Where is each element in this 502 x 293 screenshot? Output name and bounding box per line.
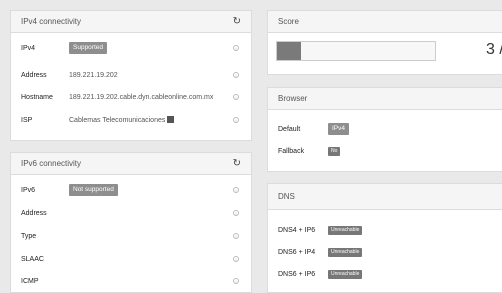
status-badge: Supported [69,41,107,55]
status-badge: Unreachable [328,247,363,257]
default-row: Default IPv4 i [268,122,502,136]
hostname-value: 189.221.19.202.cable.dyn.cableonline.com… [69,93,214,101]
info-icon[interactable]: i [233,117,239,123]
status-badge: Not supported [69,183,118,197]
ipv4-panel: IPv4 connectivity ↻ IPv4 Supported i Add… [10,10,252,141]
row-label: DNS4 + IP6 [278,226,316,234]
row-label: Default [278,125,301,133]
isp-row: ISP Cablemas Telecomunicaciones i [11,113,251,127]
refresh-icon[interactable]: ↻ [233,16,241,27]
ipv6-address-row: Address i [11,206,251,220]
dns-row: DNS6 + IP6 Unreachable i [268,267,502,281]
score-panel: Score 3 / 20 [267,10,502,75]
info-icon[interactable]: i [233,210,239,216]
status-badge: Unreachable [328,225,363,235]
ipv4-panel-title: IPv4 connectivity [21,17,82,26]
dns-row: DNS4 + IP6 Unreachable i [268,223,502,237]
score-panel-header: Score [268,11,502,33]
browser-panel: Browser ↻ Default IPv4 i Fallback No i [267,87,502,172]
score-panel-title: Score [278,17,299,26]
row-label: SLAAC [21,255,44,263]
info-icon[interactable]: i [233,94,239,100]
address-value: 189.221.19.202 [69,71,118,79]
ipv4-row: IPv4 Supported i [11,41,251,55]
status-badge: Unreachable [328,269,363,279]
browser-panel-header: Browser ↻ [268,88,502,110]
row-label: IPv4 [21,44,36,52]
address-row: Address 189.221.19.202 i [11,68,251,82]
status-badge: IPv4 [328,122,350,136]
row-label: Address [21,71,47,79]
slaac-row: SLAAC i [11,252,251,266]
ipv6-row: IPv6 Not supported i [11,183,251,197]
ipv6-panel-title: IPv6 connectivity [21,159,82,168]
refresh-icon[interactable]: ↻ [233,158,241,169]
row-label: Type [21,232,37,240]
dns-panel-header: DNS ↻ [268,184,502,210]
info-icon[interactable]: i [233,256,239,262]
score-value: 3 / 20 [486,41,502,58]
icmp-row: ICMP i [11,274,251,288]
row-label: Hostname [21,93,53,101]
row-label: DNS6 + IP4 [278,248,316,256]
info-icon[interactable]: i [233,72,239,78]
score-progress-fill [277,42,301,60]
browser-panel-title: Browser [278,94,308,103]
info-icon[interactable]: i [233,187,239,193]
row-label: ICMP [21,277,39,285]
dns-panel: DNS ↻ DNS4 + IP6 Unreachable i DNS6 + IP… [267,183,502,293]
row-label: Fallback [278,147,305,155]
ipv4-panel-header: IPv4 connectivity ↻ [11,11,251,33]
row-label: Address [21,209,47,217]
dns-row: DNS6 + IP4 Unreachable i [268,245,502,259]
type-row: Type i [11,229,251,243]
row-label: ISP [21,116,33,124]
dns-panel-title: DNS [278,192,295,201]
row-label: IPv6 [21,186,36,194]
score-progress-bar [276,41,436,61]
hostname-row: Hostname 189.221.19.202.cable.dyn.cableo… [11,90,251,104]
ipv6-panel-header: IPv6 connectivity ↻ [11,153,251,175]
status-badge: No [328,146,341,156]
fallback-row: Fallback No i [268,144,502,158]
isp-icon [167,116,175,123]
info-icon[interactable]: i [233,278,239,284]
info-icon[interactable]: i [233,233,239,239]
isp-value: Cablemas Telecomunicaciones [69,117,166,124]
info-icon[interactable]: i [233,45,239,51]
ipv6-panel: IPv6 connectivity ↻ IPv6 Not supported i… [10,152,252,293]
row-label: DNS6 + IP6 [278,270,316,278]
